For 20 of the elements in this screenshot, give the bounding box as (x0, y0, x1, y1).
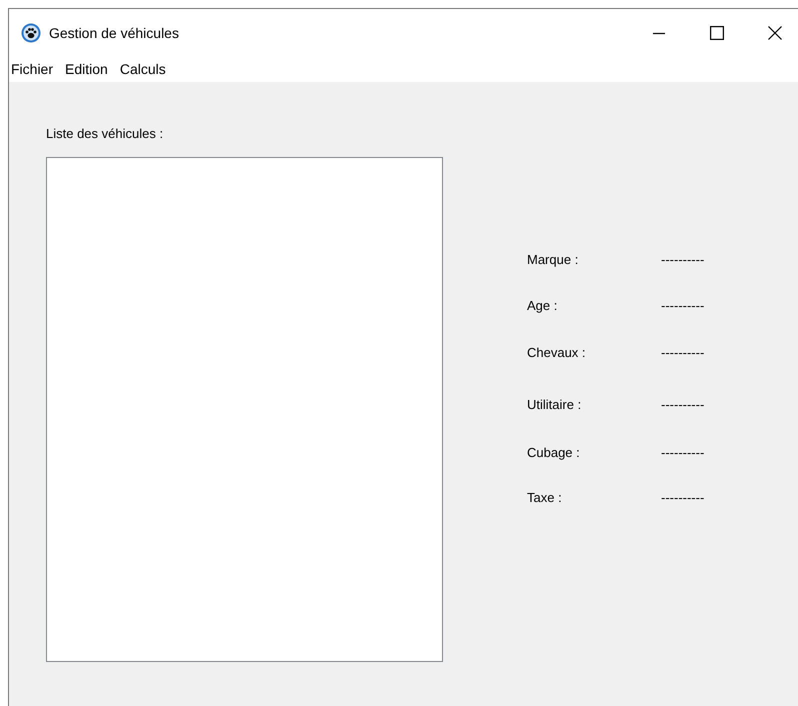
field-value: ---------- (661, 396, 704, 412)
field-label: Taxe : (527, 490, 563, 504)
menu-item[interactable]: Fichier (9, 61, 58, 77)
field-value: ---------- (661, 490, 704, 504)
field-value: ---------- (661, 298, 704, 312)
field-label: Utilitaire : (527, 396, 582, 412)
field-value: ---------- (661, 344, 704, 360)
field-label: Cubage : (527, 444, 581, 460)
field-value: ---------- (661, 444, 704, 460)
maximize-icon[interactable] (710, 26, 724, 40)
field-label: Marque : (527, 252, 580, 266)
menu-item[interactable]: Edition (63, 61, 113, 77)
paw-icon (21, 22, 41, 42)
field-label: Chevaux : (527, 344, 587, 360)
menu-item[interactable]: Calculs (118, 61, 171, 77)
window-title: Gestion de véhicules (49, 24, 180, 40)
list-label: Liste des véhicules : (46, 126, 164, 143)
close-icon[interactable] (768, 26, 782, 40)
field-label: Age : (527, 298, 558, 312)
field-value: ---------- (661, 252, 704, 266)
